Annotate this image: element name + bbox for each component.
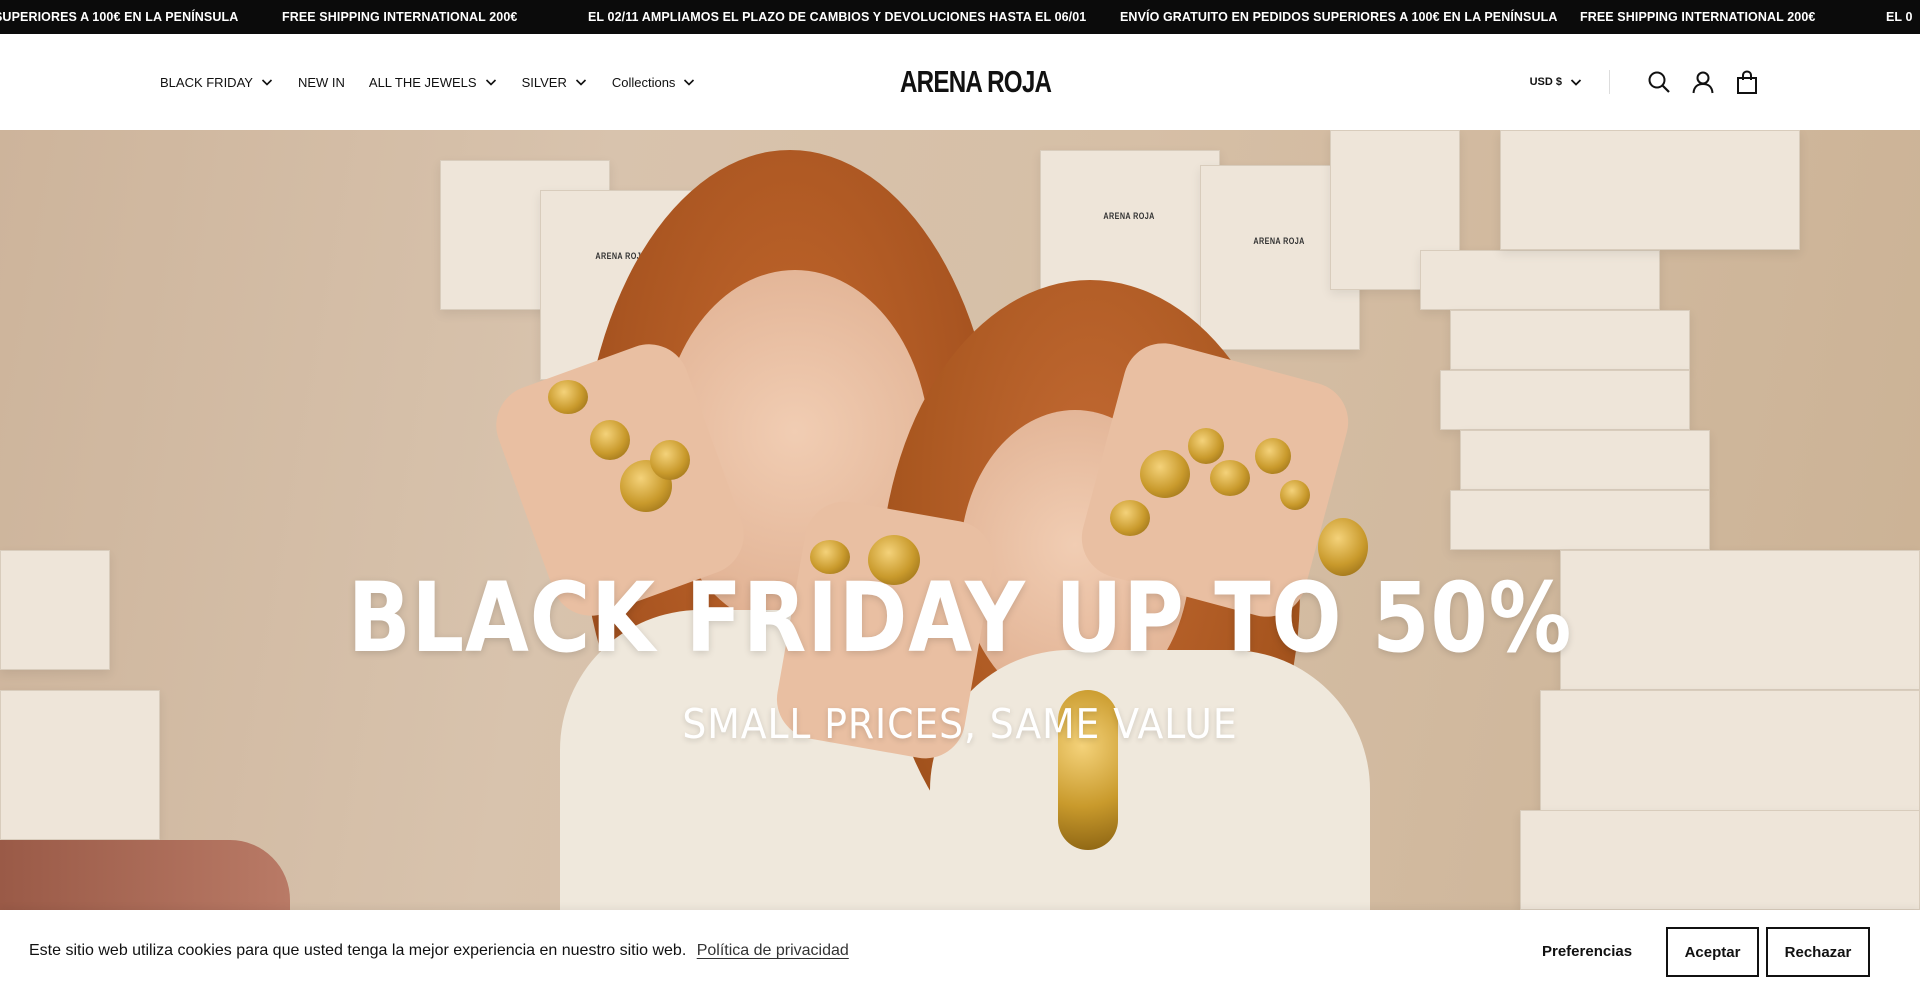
currency-selector[interactable]: USD $: [1530, 75, 1583, 89]
background-box: [1450, 310, 1690, 370]
chevron-down-icon: [485, 79, 496, 86]
privacy-policy-link[interactable]: Política de privacidad: [697, 942, 849, 959]
background-box: [1420, 250, 1660, 310]
announcement-text: FREE SHIPPING INTERNATIONAL 200€: [282, 10, 518, 24]
cookie-message: Este sitio web utiliza cookies para que …: [29, 942, 849, 960]
box-label: ARENA ROJA: [1103, 211, 1155, 221]
announcement-bar: SUPERIORES A 100€ EN LA PENÍNSULA FREE S…: [0, 0, 1920, 34]
search-icon: [1648, 71, 1670, 93]
background-box: [0, 550, 110, 670]
chevron-down-icon: [684, 79, 695, 86]
nav-item-label: SILVER: [521, 74, 567, 90]
cart-button[interactable]: [1734, 69, 1760, 95]
background-box: [1500, 130, 1800, 250]
search-button[interactable]: [1646, 69, 1672, 95]
cart-icon: [1737, 70, 1757, 94]
box-label: ARENA ROJA: [1253, 236, 1305, 246]
accept-button[interactable]: Aceptar: [1666, 927, 1759, 977]
nav-item-all-the-jewels[interactable]: ALL THE JEWELS: [369, 75, 498, 90]
background-box: [1440, 370, 1690, 430]
cookie-message-text: Este sitio web utiliza cookies para que …: [29, 942, 687, 959]
gold-ring: [1140, 450, 1190, 498]
gold-ring: [1280, 480, 1310, 510]
nav-item-label: NEW IN: [297, 74, 345, 90]
chevron-down-icon: [575, 79, 586, 86]
currency-label: USD $: [1529, 76, 1562, 88]
account-icon: [1692, 71, 1714, 94]
nav-item-new-in[interactable]: NEW IN: [298, 75, 345, 90]
announcement-text: ENVÍO GRATUITO EN PEDIDOS SUPERIORES A 1…: [1120, 10, 1558, 24]
nav-item-collections[interactable]: Collections: [612, 75, 697, 90]
gold-ring: [1188, 428, 1224, 464]
nav-item-black-friday[interactable]: BLACK FRIDAY: [160, 75, 274, 90]
announcement-text: EL 0: [1886, 10, 1913, 24]
gold-ring: [548, 380, 588, 414]
hero-title: BLACK FRIDAY UP TO 50%: [347, 562, 1573, 674]
header-tools: USD $: [1530, 34, 1760, 130]
sleeve-shape: [0, 840, 290, 910]
announcement-text: FREE SHIPPING INTERNATIONAL 200€: [1580, 10, 1816, 24]
background-box: [1520, 810, 1920, 910]
main-nav: BLACK FRIDAY NEW IN ALL THE JEWELS SILVE…: [160, 34, 720, 130]
background-box: [1450, 490, 1710, 550]
gold-ring: [590, 420, 630, 460]
hero-subtitle: SMALL PRICES, SAME VALUE: [682, 700, 1238, 748]
nav-item-label: ALL THE JEWELS: [368, 74, 477, 90]
gold-ring: [650, 440, 690, 480]
gold-ring: [1110, 500, 1150, 536]
cookie-banner: Este sitio web utiliza cookies para que …: [0, 910, 1920, 993]
header-divider: [1609, 70, 1610, 94]
body-shape: [930, 650, 1370, 910]
gold-ring: [1255, 438, 1291, 474]
nav-item-silver[interactable]: SILVER: [522, 75, 588, 90]
account-button[interactable]: [1690, 69, 1716, 95]
nav-item-label: BLACK FRIDAY: [160, 74, 253, 90]
announcement-text: EL 02/11 AMPLIAMOS EL PLAZO DE CAMBIOS Y…: [588, 10, 1087, 24]
brand-logo[interactable]: ARENA ROJA: [900, 64, 1052, 100]
gold-ring: [1210, 460, 1250, 496]
announcement-text: SUPERIORES A 100€ EN LA PENÍNSULA: [0, 10, 239, 24]
site-header: BLACK FRIDAY NEW IN ALL THE JEWELS SILVE…: [0, 34, 1920, 130]
nav-item-label: Collections: [611, 74, 676, 90]
chevron-down-icon: [261, 79, 273, 86]
chevron-down-icon: [1570, 79, 1582, 86]
preferences-button[interactable]: Preferencias: [1542, 943, 1632, 960]
reject-button[interactable]: Rechazar: [1766, 927, 1870, 977]
background-box: [1460, 430, 1710, 490]
hero-banner[interactable]: ARENA ROJA ARENA ROJA ARENA ROJA BLACK F…: [0, 130, 1920, 910]
